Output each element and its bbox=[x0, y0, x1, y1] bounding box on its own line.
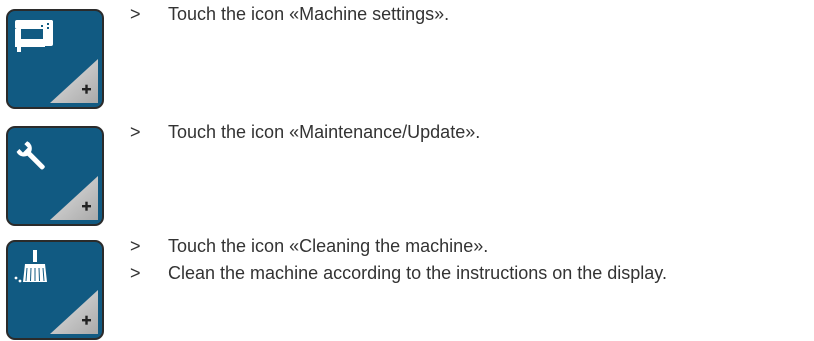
bullet-marker: > bbox=[130, 122, 141, 142]
bullet-marker: > bbox=[130, 4, 141, 24]
wrench-icon bbox=[16, 141, 45, 170]
instruction-line: > Touch the icon «Cleaning the machine». bbox=[130, 235, 488, 257]
instruction-line: > Touch the icon «Maintenance/Update». bbox=[130, 121, 480, 143]
instruction-text: Touch the icon «Machine settings». bbox=[168, 4, 450, 24]
bullet-marker: > bbox=[130, 263, 141, 283]
instruction-line: > Touch the icon «Machine settings». bbox=[130, 3, 449, 25]
instruction-line: > Clean the machine according to the inst… bbox=[130, 262, 667, 284]
instruction-page: > Touch the icon «Machine settings». > T… bbox=[0, 0, 814, 341]
sewing-machine-icon bbox=[15, 20, 53, 52]
plus-corner-icon bbox=[50, 176, 98, 220]
broom-icon bbox=[14, 250, 47, 283]
plus-corner-icon bbox=[50, 59, 98, 103]
maintenance-update-button[interactable] bbox=[6, 126, 104, 226]
plus-corner-icon bbox=[50, 290, 98, 334]
cleaning-machine-button[interactable] bbox=[6, 240, 104, 340]
instruction-text: Clean the machine according to the instr… bbox=[168, 263, 667, 283]
instruction-text: Touch the icon «Maintenance/Update». bbox=[168, 122, 481, 142]
machine-settings-button[interactable] bbox=[6, 9, 104, 109]
bullet-marker: > bbox=[130, 236, 141, 256]
instruction-text: Touch the icon «Cleaning the machine». bbox=[168, 236, 489, 256]
